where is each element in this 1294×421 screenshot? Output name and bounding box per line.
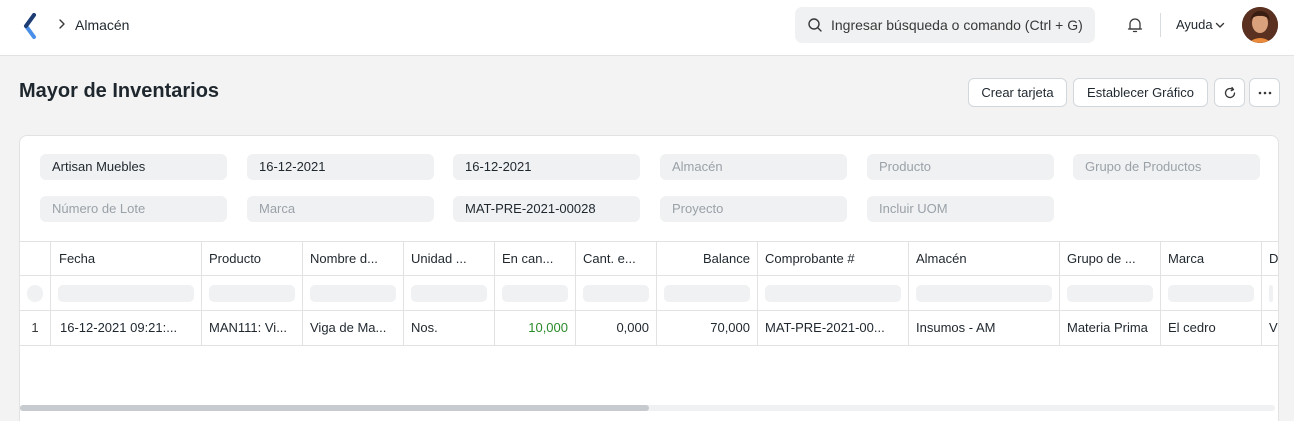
chevron-down-icon[interactable] (1215, 22, 1225, 29)
column-header[interactable]: Marca (1161, 242, 1262, 276)
row-number: 1 (20, 311, 51, 345)
cell-uom[interactable]: Nos. (404, 311, 495, 345)
column-header[interactable]: Almacén (909, 242, 1060, 276)
cell-date[interactable]: 16-12-2021 09:21:... (51, 311, 202, 345)
avatar[interactable] (1242, 7, 1278, 43)
cell-in-qty[interactable]: 10,000 (495, 311, 576, 345)
report-card: Artisan Muebles 16-12-2021 16-12-2021 Al… (19, 135, 1279, 421)
voucher-number-filter[interactable]: MAT-PRE-2021-00028 (453, 196, 640, 222)
column-header[interactable]: D (1262, 242, 1278, 276)
page-title: Mayor de Inventarios (19, 80, 220, 102)
cell-description[interactable]: V (1262, 311, 1278, 345)
column-header[interactable]: Comprobante # (758, 242, 909, 276)
column-filter-input[interactable] (758, 276, 909, 310)
cell-balance[interactable]: 70,000 (657, 311, 758, 345)
column-filter-input[interactable] (1161, 276, 1262, 310)
table-header-row: Fecha Producto Nombre d... Unidad ... En… (20, 241, 1278, 276)
cell-out-qty[interactable]: 0,000 (576, 311, 657, 345)
column-header[interactable]: Cant. e... (576, 242, 657, 276)
column-header[interactable]: Fecha (51, 242, 202, 276)
product-group-filter[interactable]: Grupo de Productos (1073, 154, 1260, 180)
column-header[interactable]: Unidad ... (404, 242, 495, 276)
set-chart-button[interactable]: Establecer Gráfico (1073, 78, 1208, 107)
back-logo-icon[interactable] (22, 13, 40, 39)
column-filter-input[interactable] (51, 276, 202, 310)
column-filter-input[interactable] (909, 276, 1060, 310)
column-filter-input[interactable] (202, 276, 303, 310)
column-filter-input[interactable] (657, 276, 758, 310)
search-input[interactable] (831, 7, 1087, 43)
column-header[interactable]: En can... (495, 242, 576, 276)
column-filter-input[interactable] (1060, 276, 1161, 310)
column-header[interactable]: Balance (657, 242, 758, 276)
column-filter-input[interactable] (1262, 276, 1278, 310)
breadcrumb-almacen[interactable]: Almacén (75, 17, 129, 33)
column-header[interactable]: Nombre d... (303, 242, 404, 276)
refresh-button[interactable] (1214, 78, 1245, 107)
column-filter-input[interactable] (303, 276, 404, 310)
column-header[interactable]: Grupo de ... (1060, 242, 1161, 276)
cell-voucher[interactable]: MAT-PRE-2021-00... (758, 311, 909, 345)
navbar-divider (1160, 13, 1161, 37)
product-filter[interactable]: Producto (867, 154, 1054, 180)
create-card-button[interactable]: Crear tarjeta (968, 78, 1067, 107)
column-filter-input[interactable] (495, 276, 576, 310)
project-filter[interactable]: Proyecto (660, 196, 847, 222)
table-filter-row (20, 276, 1278, 311)
column-header[interactable]: Producto (202, 242, 303, 276)
more-icon (1258, 91, 1271, 94)
chevron-right-icon (59, 19, 65, 29)
help-menu[interactable]: Ayuda (1176, 17, 1213, 32)
horizontal-scrollbar-thumb[interactable] (20, 405, 649, 411)
refresh-icon (1224, 86, 1235, 98)
cell-product[interactable]: MAN111: Vi... (202, 311, 303, 345)
batch-number-filter[interactable]: Número de Lote (40, 196, 227, 222)
cell-product-group[interactable]: Materia Prima (1060, 311, 1161, 345)
cell-product-name[interactable]: Viga de Ma... (303, 311, 404, 345)
rownum-filter (20, 276, 51, 310)
bell-icon[interactable] (1126, 16, 1144, 34)
cell-brand[interactable]: El cedro (1161, 311, 1262, 345)
search-bar[interactable] (795, 7, 1095, 43)
warehouse-filter[interactable]: Almacén (660, 154, 847, 180)
to-date-filter[interactable]: 16-12-2021 (453, 154, 640, 180)
rownum-header (20, 242, 51, 276)
search-icon (808, 18, 822, 32)
cell-warehouse[interactable]: Insumos - AM (909, 311, 1060, 345)
brand-filter[interactable]: Marca (247, 196, 434, 222)
table-row[interactable]: 1 16-12-2021 09:21:... MAN111: Vi... Vig… (20, 311, 1278, 346)
column-filter-input[interactable] (576, 276, 657, 310)
company-filter[interactable]: Artisan Muebles (40, 154, 227, 180)
include-uom-filter[interactable]: Incluir UOM (867, 196, 1054, 222)
column-filter-input[interactable] (404, 276, 495, 310)
navbar: Almacén Ayuda (0, 0, 1294, 56)
from-date-filter[interactable]: 16-12-2021 (247, 154, 434, 180)
more-button[interactable] (1249, 78, 1280, 107)
